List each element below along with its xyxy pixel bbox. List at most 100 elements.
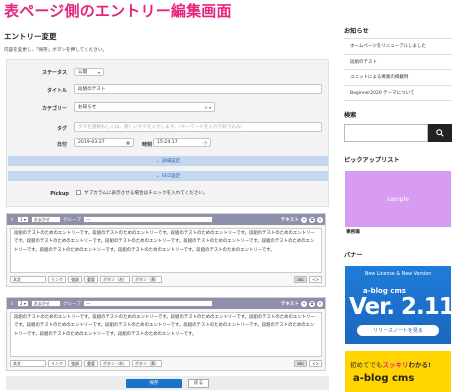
search-button[interactable] xyxy=(428,124,452,142)
news-item[interactable]: ユニットによる要素の掲載例 xyxy=(344,70,452,86)
tag-input[interactable]: タグを選択もしくは、新しいタグを入力します。（キーワードを入力で絞り込み） xyxy=(74,122,322,132)
search-form xyxy=(344,124,452,142)
abc-button[interactable]: abc xyxy=(294,360,308,367)
unit-align-select[interactable]: おまかせ xyxy=(30,300,61,307)
entry-edit-heading: エントリー変更 xyxy=(4,32,57,41)
news-item[interactable]: 段組のテスト xyxy=(344,55,452,70)
pickup-image[interactable]: sample xyxy=(345,171,451,227)
banner-heading: バナー xyxy=(344,252,363,259)
tag-label: タグ xyxy=(56,126,67,132)
code-button[interactable]: <> xyxy=(309,360,322,367)
date-input[interactable]: 2019-03-27 ▦ xyxy=(74,138,134,147)
status-select-value: 公開 xyxy=(78,70,88,75)
news-item[interactable]: ホームページをリニューアルしました xyxy=(344,39,452,55)
unit-order-select[interactable]: 2 ▾ xyxy=(17,300,29,307)
link-button[interactable]: リンク xyxy=(48,360,66,367)
unit-textarea[interactable]: 段組のテストのためのエントリーです。段組のテストのためのエントリーです。段組のテ… xyxy=(10,228,322,273)
category-select-value: お知らせ xyxy=(78,105,97,110)
chevron-down-icon: ⌄ xyxy=(155,158,160,164)
pickup-checkbox-text: サブカラムに表示させる場合はチェックを入れてください。 xyxy=(84,191,208,196)
banner-subtitle: New License & New Version xyxy=(364,272,432,277)
duplicate-icon[interactable]: ⧉ xyxy=(309,300,315,307)
search-heading: 検索 xyxy=(344,112,357,119)
release-notes-button[interactable]: リリースノートを見る xyxy=(357,325,439,336)
delete-icon[interactable]: × xyxy=(317,300,323,307)
detail-settings-toggle[interactable]: ⌄ 詳細設定 xyxy=(8,156,328,166)
unit-order-select[interactable]: 1 ▾ xyxy=(17,216,29,223)
text-unit: ⠿ 2 ▾ おまかせ グループ --- テキスト + ⧉ × 段組のテストのため… xyxy=(6,297,326,371)
calendar-icon[interactable]: ▦ xyxy=(126,140,130,145)
beginner-banner[interactable]: 初めてでもスッキリわかる! a-blog cms xyxy=(345,351,451,392)
drag-handle-icon[interactable]: ⠿ xyxy=(9,217,15,223)
add-icon[interactable]: + xyxy=(301,300,307,307)
unit-align-select[interactable]: おまかせ xyxy=(30,216,61,223)
pickup-checkbox-row[interactable]: サブカラムに表示させる場合はチェックを入れてください。 xyxy=(76,190,208,196)
text-tag-select[interactable]: 本文 xyxy=(10,276,46,283)
status-label: ステータス xyxy=(41,70,67,76)
category-label: カテゴリー xyxy=(41,106,67,112)
important-button[interactable]: 重要 xyxy=(84,360,98,367)
seo-settings-toggle[interactable]: ⌄ SEO設定 xyxy=(8,171,328,181)
group-label: グループ xyxy=(62,301,81,307)
unit-toolbar: 本文 リンク 強調 重要 ボタン（灰） ボタン（黄） abc <> xyxy=(7,273,325,286)
drag-handle-icon[interactable]: ⠿ xyxy=(9,301,15,307)
chevron-down-icon: ⌄ xyxy=(155,173,160,179)
duplicate-icon[interactable]: ⧉ xyxy=(309,216,315,223)
time-input[interactable]: 15:24:17 ◷ xyxy=(153,138,211,147)
detail-settings-label: 詳細設定 xyxy=(161,159,181,164)
emphasis-button[interactable]: 強調 xyxy=(68,276,82,283)
unit-toolbar: 本文 リンク 強調 重要 ボタン（灰） ボタン（黄） abc <> xyxy=(7,357,325,370)
pickup-label: Pickup xyxy=(50,191,69,197)
clock-icon[interactable]: ◷ xyxy=(204,140,208,145)
abc-button[interactable]: abc xyxy=(294,276,308,283)
button-yellow-button[interactable]: ボタン（黄） xyxy=(132,360,162,367)
group-select[interactable]: --- xyxy=(82,300,213,307)
version-text: Ver. 2.11 xyxy=(349,294,451,320)
pickup-checkbox[interactable] xyxy=(76,190,81,195)
emphasis-button[interactable]: 強調 xyxy=(68,360,82,367)
group-label: グループ xyxy=(62,217,81,223)
title-input[interactable]: 段組のテスト xyxy=(74,84,322,94)
entry-form: ステータス 公開 ▾ タイトル 段組のテスト カテゴリー お知らせ × ▾ タグ タ… xyxy=(6,59,329,207)
title-label: タイトル xyxy=(46,88,67,94)
text-unit: ⠿ 1 ▾ おまかせ グループ --- テキスト + ⧉ × 段組のテストのため… xyxy=(6,213,326,287)
pickup-heading: ピックアップリスト xyxy=(344,157,400,164)
chevron-down-icon: ▾ xyxy=(97,69,100,75)
back-button[interactable]: 戻る xyxy=(187,378,210,388)
button-gray-button[interactable]: ボタン（灰） xyxy=(100,360,130,367)
button-yellow-button[interactable]: ボタン（黄） xyxy=(132,276,162,283)
text-tag-select[interactable]: 本文 xyxy=(10,360,46,367)
status-select[interactable]: 公開 ▾ xyxy=(74,68,104,76)
unit-type-label: テキスト xyxy=(280,217,299,223)
ablogcms-logo: a-blog cms xyxy=(353,373,415,384)
page: 表ページ側のエントリー編集画面 エントリー変更 内容を変更し、「保存」ボタンを押… xyxy=(0,0,460,392)
time-value: 15:24:17 xyxy=(157,140,178,145)
button-gray-button[interactable]: ボタン（灰） xyxy=(100,276,130,283)
beginner-banner-text: 初めてでもスッキリわかる! xyxy=(350,361,431,369)
delete-icon[interactable]: × xyxy=(317,216,323,223)
news-heading: お知らせ xyxy=(344,28,369,35)
news-list: ホームページをリニューアルしました 段組のテスト ユニットによる要素の掲載例 B… xyxy=(344,38,452,101)
link-button[interactable]: リンク xyxy=(48,276,66,283)
category-select[interactable]: お知らせ × ▾ xyxy=(74,102,215,112)
pickup-caption[interactable]: 事務職 xyxy=(346,229,360,235)
news-item[interactable]: Beginner2020 テーマについて xyxy=(344,86,452,101)
important-button[interactable]: 重要 xyxy=(84,276,98,283)
save-button[interactable]: 保存 xyxy=(125,378,182,388)
unit-header: ⠿ 2 ▾ おまかせ グループ --- テキスト + ⧉ × xyxy=(7,298,325,309)
pickup-image-text: sample xyxy=(387,195,409,203)
entry-edit-description: 内容を変更し、「保存」ボタンを押してください。 xyxy=(4,48,108,53)
unit-type-label: テキスト xyxy=(280,301,299,307)
code-button[interactable]: <> xyxy=(309,276,322,283)
clear-chevron-icon[interactable]: × ▾ xyxy=(204,105,211,110)
unit-textarea[interactable]: 段組のテストのためのエントリーです。段組のテストのためのエントリーです。段組のテ… xyxy=(10,312,322,357)
add-icon[interactable]: + xyxy=(301,216,307,223)
unit-header: ⠿ 1 ▾ おまかせ グループ --- テキスト + ⧉ × xyxy=(7,214,325,225)
search-input[interactable] xyxy=(344,124,428,142)
group-select[interactable]: --- xyxy=(82,216,213,223)
date-value: 2019-03-27 xyxy=(78,140,105,145)
version-banner[interactable]: New License & New Version a-blog cms Ver… xyxy=(345,266,451,344)
search-icon xyxy=(436,129,444,137)
seo-settings-label: SEO設定 xyxy=(161,174,181,179)
save-bar: 保存 戻る xyxy=(6,376,329,390)
